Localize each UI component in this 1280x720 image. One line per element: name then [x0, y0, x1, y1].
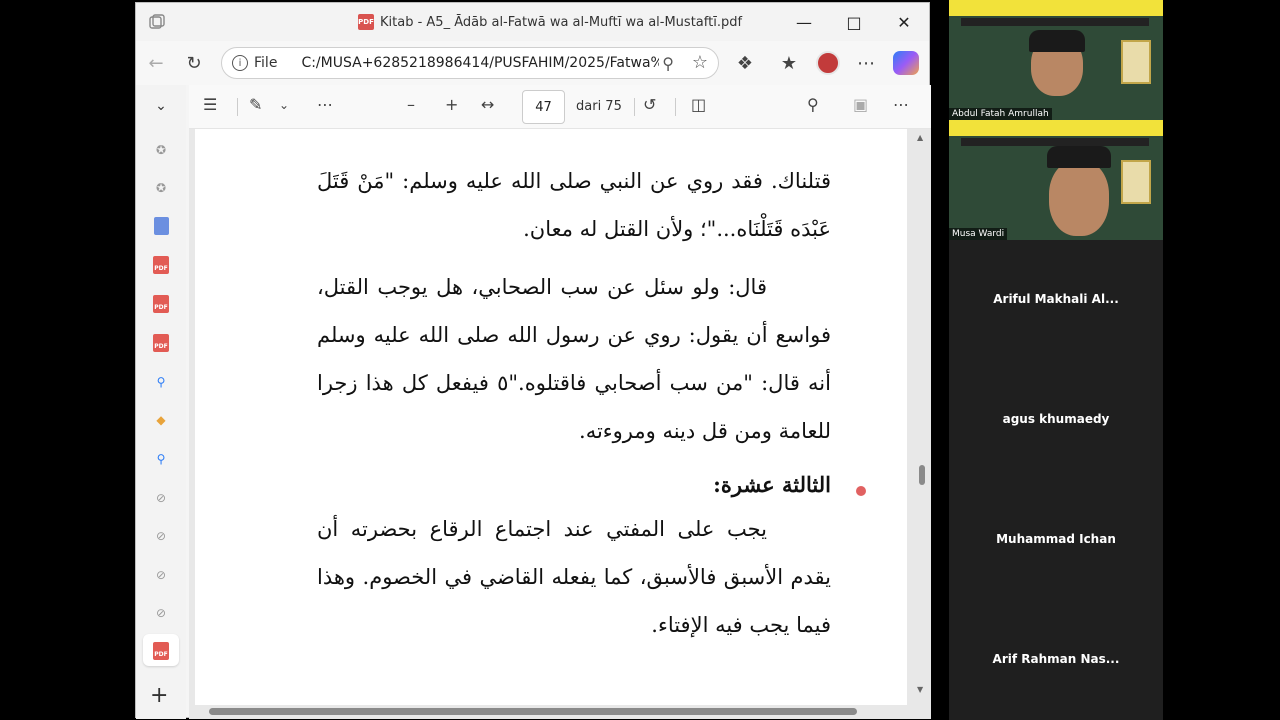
- blocked-file-icon[interactable]: ⊘: [151, 565, 171, 585]
- blocked-file-icon[interactable]: ⊘: [151, 488, 171, 508]
- pdf-icon[interactable]: PDF: [151, 641, 171, 661]
- blocked-file-icon[interactable]: ⊘: [151, 603, 171, 623]
- back-icon[interactable]: ←: [144, 51, 168, 75]
- zoom-in-icon[interactable]: +: [445, 95, 458, 114]
- layers-icon[interactable]: ◆: [151, 410, 171, 430]
- participant-cap: [1029, 30, 1085, 52]
- more-menu-icon[interactable]: ⋯: [854, 51, 878, 75]
- pdf-viewer: قتلناك. فقد روي عن النبي صلى الله عليه و…: [189, 129, 931, 719]
- minimize-icon[interactable]: —: [779, 3, 829, 41]
- favicon-icon[interactable]: ✪: [151, 140, 171, 160]
- pdf-icon[interactable]: PDF: [151, 255, 171, 275]
- divider: [237, 98, 238, 116]
- background-banner: [949, 120, 1163, 136]
- participants-panel: Abdul Fatah Amrullah Musa Wardi Ariful M…: [949, 0, 1163, 720]
- fit-width-icon[interactable]: ↔: [481, 95, 494, 114]
- copilot-icon[interactable]: [893, 51, 919, 75]
- participant-tile[interactable]: Ariful Makhali Al...: [949, 240, 1163, 360]
- new-tab-plus-icon[interactable]: +: [150, 683, 168, 708]
- navigation-bar: ← ↻ i File C:/MUSA+6285218986414/PUSFAHI…: [136, 41, 929, 85]
- participant-video-tile[interactable]: Musa Wardi: [949, 120, 1163, 240]
- divider: [675, 98, 676, 116]
- title-bar: PDF Kitab - A5_ Ādāb al-Fatwā wa al-Muft…: [136, 3, 929, 41]
- section-heading: الثالثة عشرة:: [713, 472, 831, 497]
- contents-list-icon[interactable]: ☰: [203, 95, 217, 114]
- info-icon[interactable]: i: [232, 55, 248, 71]
- blocked-file-icon[interactable]: ⊘: [151, 526, 171, 546]
- favicon-icon[interactable]: ✪: [151, 178, 171, 198]
- zoom-out-icon[interactable]: –: [407, 95, 415, 114]
- pointer-highlight: [856, 486, 866, 496]
- document-icon[interactable]: [151, 216, 171, 236]
- url-text[interactable]: C:/MUSA+6285218986414/PUSFAHIM/2025/Fatw…: [301, 55, 659, 71]
- scrollbar-thumb[interactable]: [209, 708, 857, 715]
- participant-tile[interactable]: agus khumaedy: [949, 360, 1163, 480]
- participant-tile[interactable]: Muhammad Ichan: [949, 480, 1163, 600]
- rotate-icon[interactable]: ↺: [643, 95, 656, 114]
- scroll-up-icon[interactable]: ▲: [917, 133, 923, 142]
- participant-tile[interactable]: Arif Rahman Nas...: [949, 600, 1163, 720]
- participant-name: Ariful Makhali Al...: [993, 292, 1119, 306]
- pdf-toolbar: ☰ ✎ ⌄ ⋯ – + ↔ 47 dari 75 ↺ ◫ ⚲ ▣ ⋯: [189, 85, 931, 129]
- participant-name: Musa Wardi: [949, 228, 1008, 240]
- divider: [634, 98, 635, 116]
- favorite-star-icon[interactable]: ☆: [692, 52, 708, 73]
- pdf-page-text: قتلناك. فقد روي عن النبي صلى الله عليه و…: [317, 157, 831, 649]
- refresh-icon[interactable]: ↻: [182, 51, 206, 75]
- window-title: PDF Kitab - A5_ Ādāb al-Fatwā wa al-Muft…: [358, 14, 742, 30]
- extensions-icon[interactable]: ❖: [733, 51, 757, 75]
- window-controls: — □ ✕: [779, 3, 929, 41]
- participant-face: [1049, 160, 1109, 236]
- participant-name: Muhammad Ichan: [996, 532, 1116, 546]
- address-bar[interactable]: i File C:/MUSA+6285218986414/PUSFAHIM/20…: [221, 47, 719, 79]
- background-banner: [961, 18, 1149, 26]
- horizontal-scrollbar[interactable]: [189, 705, 917, 717]
- background-banner: [949, 0, 1163, 16]
- paragraph: قتلناك. فقد روي عن النبي صلى الله عليه و…: [317, 169, 831, 241]
- collapse-chevron-icon[interactable]: ⌄: [151, 96, 171, 116]
- favorites-icon[interactable]: ★: [777, 51, 801, 75]
- save-icon[interactable]: ▣: [853, 95, 868, 114]
- pdf-file-icon: PDF: [358, 14, 374, 30]
- zoom-icon[interactable]: ⚲: [662, 54, 674, 73]
- background-banner: [961, 138, 1149, 146]
- tab-actions-icon[interactable]: [148, 13, 166, 31]
- participant-video-tile[interactable]: Abdul Fatah Amrullah: [949, 0, 1163, 120]
- page-view-icon[interactable]: ◫: [691, 95, 706, 114]
- chevron-down-icon[interactable]: ⌄: [279, 98, 289, 112]
- pdf-icon[interactable]: PDF: [151, 294, 171, 314]
- browser-window: PDF Kitab - A5_ Ādāb al-Fatwā wa al-Muft…: [135, 2, 931, 719]
- paragraph: قال: ولو سئل عن سب الصحابي، هل يوجب القت…: [317, 275, 831, 443]
- search-icon[interactable]: ⚲: [807, 95, 819, 114]
- maximize-icon[interactable]: □: [829, 3, 879, 41]
- search-icon[interactable]: ⚲: [151, 449, 171, 469]
- page-total: dari 75: [576, 99, 622, 114]
- more-tools-icon[interactable]: ⋯: [317, 95, 333, 114]
- draw-icon[interactable]: ✎: [249, 95, 262, 114]
- page-number-input[interactable]: 47: [522, 90, 565, 124]
- window-title-text: Kitab - A5_ Ādāb al-Fatwā wa al-Muftī wa…: [380, 14, 743, 30]
- participant-name: agus khumaedy: [1002, 412, 1110, 426]
- more-options-icon[interactable]: ⋯: [893, 95, 909, 114]
- scroll-down-icon[interactable]: ▼: [917, 685, 923, 694]
- vertical-scrollbar[interactable]: ▲ ▼: [917, 129, 927, 695]
- participant-cap: [1047, 146, 1111, 168]
- paragraph: يجب على المفتي عند اجتماع الرقاع بحضرته …: [317, 517, 831, 637]
- profile-avatar[interactable]: [816, 51, 840, 75]
- pdf-sidebar: ⌄ ✪ ✪ PDF PDF PDF ⚲ ◆ ⚲ ⊘ ⊘ ⊘ ⊘ PDF +: [136, 85, 186, 719]
- pdf-page: قتلناك. فقد روي عن النبي صلى الله عليه و…: [195, 129, 907, 705]
- close-icon[interactable]: ✕: [879, 3, 929, 41]
- background-book: [1121, 160, 1151, 204]
- pdf-icon[interactable]: PDF: [151, 333, 171, 353]
- scheme-label: File: [254, 55, 278, 71]
- browser-content: ⌄ ✪ ✪ PDF PDF PDF ⚲ ◆ ⚲ ⊘ ⊘ ⊘ ⊘ PDF + ☰ …: [136, 85, 931, 719]
- participant-name: Arif Rahman Nas...: [992, 652, 1120, 666]
- background-book: [1121, 40, 1151, 84]
- search-icon[interactable]: ⚲: [151, 372, 171, 392]
- scrollbar-thumb[interactable]: [919, 465, 925, 485]
- participant-name: Abdul Fatah Amrullah: [949, 108, 1052, 120]
